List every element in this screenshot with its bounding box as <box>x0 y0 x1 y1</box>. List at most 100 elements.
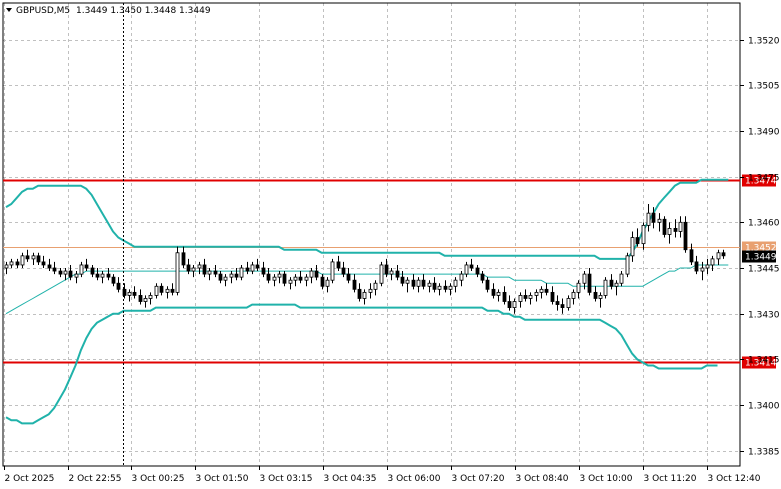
candle-body <box>512 301 517 309</box>
candle-body <box>223 276 228 281</box>
candle-body <box>603 279 608 296</box>
candle-body <box>593 291 598 299</box>
candle-body <box>197 264 202 269</box>
candle-body <box>694 261 699 272</box>
candle <box>662 216 667 238</box>
candle-body <box>255 264 260 269</box>
chart-background <box>0 0 781 489</box>
candle-body <box>469 264 474 269</box>
candle-body <box>539 288 544 293</box>
candle-body <box>165 288 170 293</box>
x-tick-label: 3 Oct 10:00 <box>580 474 633 484</box>
candle-body <box>181 252 186 266</box>
candle-body <box>159 285 164 293</box>
candle-body <box>239 267 244 278</box>
price-chart[interactable]: 1.34741.34141.34521.3449 1.35201.35051.3… <box>0 0 781 489</box>
candle-body <box>651 212 656 223</box>
candle-body <box>234 273 239 278</box>
candle-body <box>41 261 46 266</box>
candle-body <box>437 285 442 290</box>
candle-body <box>619 273 624 284</box>
candle-body <box>485 279 490 290</box>
candle-body <box>550 291 555 302</box>
candle-body <box>95 273 100 278</box>
candle-body <box>630 237 635 257</box>
candle-body <box>587 273 592 293</box>
candle-body <box>132 291 137 296</box>
candle-body <box>421 279 426 287</box>
candle-body <box>304 276 309 281</box>
y-tick-label: 1.3400 <box>748 402 780 412</box>
candle-body <box>502 291 507 302</box>
candle-body <box>250 264 255 272</box>
y-tick-label: 1.3445 <box>748 265 780 275</box>
candle-body <box>464 264 469 275</box>
candle-body <box>614 282 619 287</box>
candle-body <box>111 276 116 284</box>
x-tick-label: 2 Oct 22:55 <box>69 474 122 484</box>
candle-body <box>207 270 212 275</box>
candle-body <box>576 282 581 293</box>
candle-body <box>9 261 14 266</box>
candle-body <box>336 261 341 269</box>
candle <box>625 252 630 278</box>
candle-body <box>625 255 630 275</box>
x-tick-label: 3 Oct 04:35 <box>324 474 377 484</box>
candle-body <box>507 301 512 309</box>
candle-body <box>175 252 180 293</box>
candle-body <box>293 276 298 281</box>
y-tick-label: 1.3505 <box>748 82 780 92</box>
candle-body <box>218 273 223 281</box>
candle-body <box>330 261 335 281</box>
candle-body <box>427 282 432 287</box>
candle-body <box>63 270 68 275</box>
candle-body <box>15 261 20 266</box>
candle-body <box>571 291 576 299</box>
candle-body <box>31 255 36 260</box>
candle-body <box>47 264 52 269</box>
candle <box>379 261 384 287</box>
candle-body <box>609 279 614 287</box>
candle-body <box>555 301 560 305</box>
candle-body <box>352 279 357 290</box>
candle-body <box>491 288 496 296</box>
candle-body <box>721 252 726 257</box>
candle-body <box>448 285 453 290</box>
candle-body <box>320 276 325 287</box>
candle-body <box>58 270 63 275</box>
candle <box>330 258 335 284</box>
candle-body <box>25 255 30 260</box>
candle-body <box>379 264 384 284</box>
candle-body <box>528 295 533 299</box>
candle-body <box>191 267 196 272</box>
candle-body <box>544 288 549 293</box>
candle-body <box>90 267 95 275</box>
candle-body <box>341 267 346 275</box>
candle-body <box>229 273 234 278</box>
candle-body <box>272 276 277 281</box>
candle-body <box>689 249 694 263</box>
x-tick-label: 3 Oct 11:20 <box>644 474 697 484</box>
candle-body <box>277 273 282 278</box>
candle-body <box>266 273 271 281</box>
candle-body <box>716 252 721 260</box>
candle-body <box>673 228 678 232</box>
candle-body <box>309 270 314 278</box>
x-tick-label: 3 Oct 03:15 <box>260 474 313 484</box>
y-tick-label: 1.3430 <box>748 311 780 321</box>
candle-body <box>368 288 373 293</box>
candle-body <box>202 264 207 275</box>
candle-body <box>79 264 84 275</box>
candle-body <box>148 295 153 299</box>
candle-body <box>582 273 587 284</box>
candle-body <box>710 258 715 266</box>
candle-body <box>560 304 565 309</box>
candle-body <box>405 279 410 284</box>
candle-body <box>245 267 250 272</box>
candle <box>603 277 608 299</box>
candle-body <box>68 270 73 278</box>
candle-body <box>496 291 501 296</box>
candle-body <box>52 267 57 272</box>
candle-body <box>143 298 148 302</box>
candle-body <box>314 270 319 278</box>
